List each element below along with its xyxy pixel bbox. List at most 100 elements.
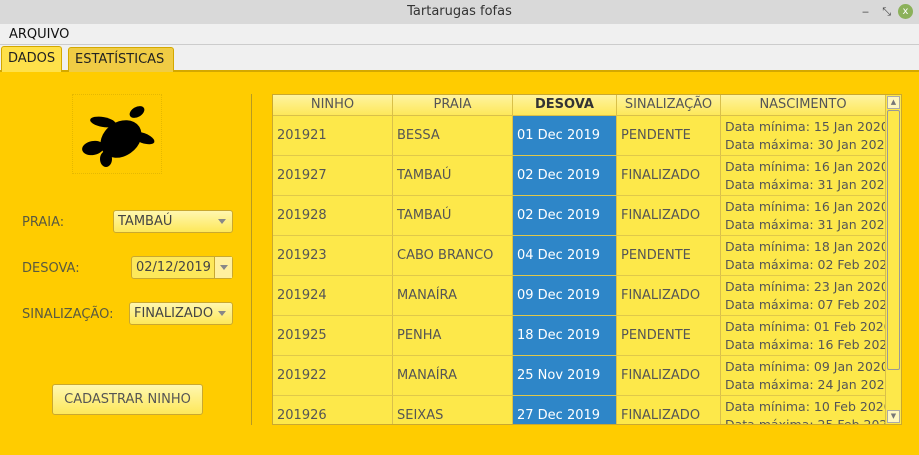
minimize-button[interactable]: ‒ — [862, 4, 869, 20]
cell-praia[interactable]: BESSA — [393, 116, 513, 155]
cell-desova[interactable]: 02 Dec 2019 — [513, 156, 617, 195]
nests-table: NINHO PRAIA DESOVA SINALIZAÇÃO NASCIMENT… — [272, 94, 902, 425]
data-maxima: Data máxima: 30 Jan 2020 — [725, 137, 886, 152]
desova-value: 02/12/2019 — [136, 260, 211, 275]
table-row[interactable]: 201928 TAMBAÚ 02 Dec 2019 FINALIZADO Data mí… — [273, 196, 886, 236]
cell-sinalizacao[interactable]: PENDENTE — [617, 116, 721, 155]
title-bar: Tartarugas fofas ‒ ⤡ x — [0, 0, 919, 24]
data-maxima: Data máxima: 16 Feb 2020 — [725, 337, 886, 352]
menu-arquivo[interactable]: ARQUIVO — [9, 27, 69, 42]
praia-value: TAMBAÚ — [118, 214, 173, 229]
cell-nascimento[interactable]: Data mínima: 01 Feb 2020 Data máxima: 16 … — [721, 316, 886, 355]
sinalizacao-select[interactable]: FINALIZADO — [129, 302, 233, 325]
column-header-desova[interactable]: DESOVA — [513, 95, 617, 116]
cell-ninho[interactable]: 201925 — [273, 316, 393, 355]
cell-ninho[interactable]: 201924 — [273, 276, 393, 315]
cell-sinalizacao[interactable]: PENDENTE — [617, 316, 721, 355]
sinalizacao-label: SINALIZAÇÃO: — [22, 307, 114, 322]
cell-nascimento[interactable]: Data mínima: 23 Jan 2020 Data máxima: 07 … — [721, 276, 886, 315]
cell-desova[interactable]: 25 Nov 2019 — [513, 356, 617, 395]
data-maxima: Data máxima: 31 Jan 2020 — [725, 177, 886, 192]
table-row[interactable]: 201923 CABO BRANCO 04 Dec 2019 PENDENTE Data… — [273, 236, 886, 276]
cell-praia[interactable]: CABO BRANCO — [393, 236, 513, 275]
turtle-icon — [72, 94, 162, 174]
data-maxima: Data máxima: 25 Feb 2020 — [725, 417, 886, 425]
data-minima: Data mínima: 01 Feb 2020 — [725, 319, 886, 334]
sinalizacao-value: FINALIZADO — [134, 306, 214, 321]
scrollbar-thumb[interactable] — [887, 110, 900, 370]
cell-praia[interactable]: MANAÍRA — [393, 276, 513, 315]
chevron-down-icon — [218, 311, 226, 316]
table-row[interactable]: 201924 MANAÍRA 09 Dec 2019 FINALIZADO Data m… — [273, 276, 886, 316]
cell-desova[interactable]: 01 Dec 2019 — [513, 116, 617, 155]
chevron-down-icon — [220, 265, 228, 270]
praia-label: PRAIA: — [22, 215, 65, 230]
cadastrar-ninho-button[interactable]: CADASTRAR NINHO — [52, 384, 203, 415]
column-header-sinalizacao[interactable]: SINALIZAÇÃO — [617, 95, 721, 116]
cell-sinalizacao[interactable]: FINALIZADO — [617, 396, 721, 424]
cell-ninho[interactable]: 201928 — [273, 196, 393, 235]
cell-nascimento[interactable]: Data mínima: 18 Jan 2020 Data máxima: 02 … — [721, 236, 886, 275]
table-row[interactable]: 201925 PENHA 18 Dec 2019 PENDENTE Data mínim… — [273, 316, 886, 356]
data-maxima: Data máxima: 24 Jan 2020 — [725, 377, 886, 392]
cell-desova[interactable]: 02 Dec 2019 — [513, 196, 617, 235]
table-row[interactable]: 201926 SEIXAS 27 Dec 2019 FINALIZADO Data mí… — [273, 396, 886, 425]
tab-estatisticas[interactable]: ESTATÍSTICAS — [68, 47, 174, 72]
cell-nascimento[interactable]: Data mínima: 16 Jan 2020 Data máxima: 31 … — [721, 196, 886, 235]
tab-dados[interactable]: DADOS — [1, 46, 63, 72]
table-header: NINHO PRAIA DESOVA SINALIZAÇÃO NASCIMENT… — [273, 95, 886, 116]
chevron-down-icon — [218, 219, 226, 224]
cell-nascimento[interactable]: Data mínima: 10 Feb 2020 Data máxima: 25 … — [721, 396, 886, 425]
column-header-praia[interactable]: PRAIA — [393, 95, 513, 116]
desova-label: DESOVA: — [22, 261, 80, 276]
cell-nascimento[interactable]: Data mínima: 16 Jan 2020 Data máxima: 31 … — [721, 156, 886, 195]
scroll-up-icon[interactable]: ▲ — [887, 96, 900, 109]
cell-sinalizacao[interactable]: PENDENTE — [617, 236, 721, 275]
close-button[interactable]: x — [898, 4, 913, 19]
cell-praia[interactable]: PENHA — [393, 316, 513, 355]
cell-desova[interactable]: 18 Dec 2019 — [513, 316, 617, 355]
menu-bar: ARQUIVO — [0, 24, 919, 45]
cell-ninho[interactable]: 201922 — [273, 356, 393, 395]
data-maxima: Data máxima: 31 Jan 2020 — [725, 217, 886, 232]
cell-desova[interactable]: 27 Dec 2019 — [513, 396, 617, 424]
cell-sinalizacao[interactable]: FINALIZADO — [617, 196, 721, 235]
cell-praia[interactable]: TAMBAÚ — [393, 196, 513, 235]
data-minima: Data mínima: 09 Jan 2020 — [725, 359, 886, 374]
cell-ninho[interactable]: 201926 — [273, 396, 393, 424]
table-body: 201921 BESSA 01 Dec 2019 PENDENTE Data mínim… — [273, 116, 886, 425]
data-minima: Data mínima: 16 Jan 2020 — [725, 159, 886, 174]
cell-desova[interactable]: 09 Dec 2019 — [513, 276, 617, 315]
cell-praia[interactable]: TAMBAÚ — [393, 156, 513, 195]
scroll-down-icon[interactable]: ▼ — [887, 410, 900, 423]
cell-sinalizacao[interactable]: FINALIZADO — [617, 356, 721, 395]
data-minima: Data mínima: 10 Feb 2020 — [725, 399, 886, 414]
cell-nascimento[interactable]: Data mínima: 15 Jan 2020 Data máxima: 30 … — [721, 116, 886, 155]
cell-praia[interactable]: SEIXAS — [393, 396, 513, 424]
cell-sinalizacao[interactable]: FINALIZADO — [617, 156, 721, 195]
data-minima: Data mínima: 23 Jan 2020 — [725, 279, 886, 294]
table-row[interactable]: 201921 BESSA 01 Dec 2019 PENDENTE Data mínim… — [273, 116, 886, 156]
data-minima: Data mínima: 16 Jan 2020 — [725, 199, 886, 214]
vertical-scrollbar[interactable]: ▲ ▼ — [885, 95, 901, 424]
column-header-ninho[interactable]: NINHO — [273, 95, 393, 116]
cell-praia[interactable]: MANAÍRA — [393, 356, 513, 395]
table-row[interactable]: 201922 MANAÍRA 25 Nov 2019 FINALIZADO Data m… — [273, 356, 886, 396]
cell-desova[interactable]: 04 Dec 2019 — [513, 236, 617, 275]
cell-nascimento[interactable]: Data mínima: 09 Jan 2020 Data máxima: 24 … — [721, 356, 886, 395]
data-maxima: Data máxima: 02 Feb 2020 — [725, 257, 886, 272]
restore-button[interactable]: ⤡ — [882, 4, 891, 20]
cell-ninho[interactable]: 201927 — [273, 156, 393, 195]
column-header-nascimento[interactable]: NASCIMENTO — [721, 95, 886, 116]
cell-ninho[interactable]: 201921 — [273, 116, 393, 155]
cell-sinalizacao[interactable]: FINALIZADO — [617, 276, 721, 315]
table-row[interactable]: 201927 TAMBAÚ 02 Dec 2019 FINALIZADO Data mí… — [273, 156, 886, 196]
tab-bar: DADOS ESTATÍSTICAS — [0, 45, 919, 72]
cell-ninho[interactable]: 201923 — [273, 236, 393, 275]
data-minima: Data mínima: 15 Jan 2020 — [725, 119, 886, 134]
data-minima: Data mínima: 18 Jan 2020 — [725, 239, 886, 254]
divider — [251, 94, 252, 425]
date-dropdown-button[interactable] — [214, 257, 232, 278]
praia-select[interactable]: TAMBAÚ — [113, 210, 233, 233]
desova-date-picker[interactable]: 02/12/2019 — [131, 256, 233, 279]
